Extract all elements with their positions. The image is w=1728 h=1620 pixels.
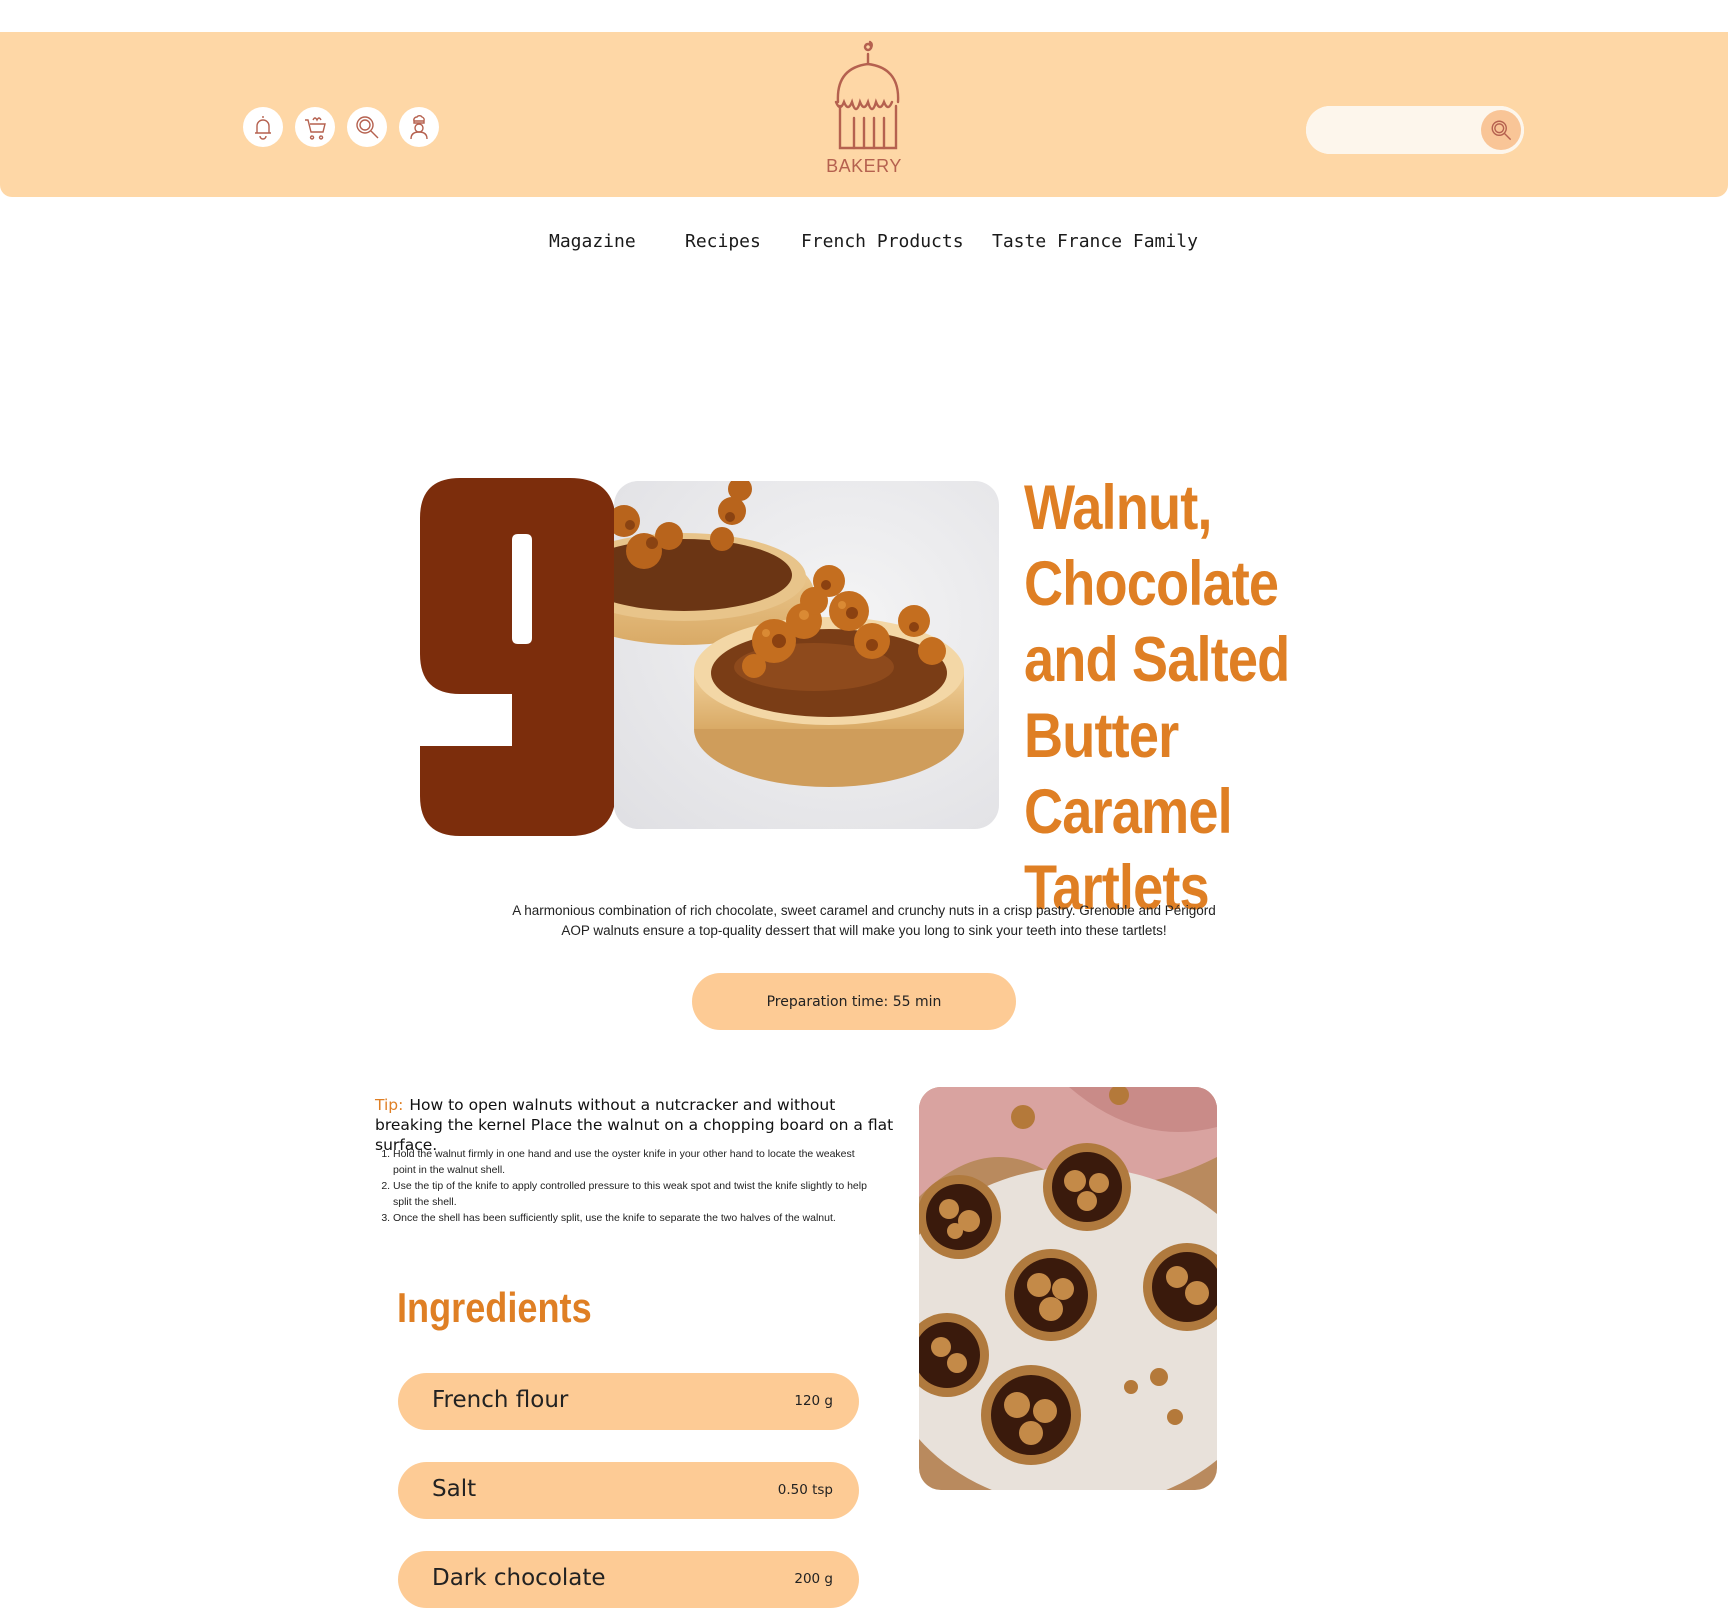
ingredient-quantity: 120 g — [794, 1393, 833, 1409]
tip-step: Once the shell has been sufficiently spl… — [393, 1210, 873, 1226]
nav-item-magazine[interactable]: Magazine — [549, 231, 636, 252]
recipe-title: Walnut, Chocolate and Salted Butter Cara… — [1024, 473, 1290, 923]
bakery-logo[interactable]: BAKERY — [808, 40, 920, 190]
logo-text: BAKERY — [826, 156, 902, 176]
cart-icon[interactable] — [295, 107, 335, 147]
ingredients-heading: Ingredients — [397, 1284, 592, 1331]
recipe-description: A harmonious combination of rich chocola… — [512, 903, 1216, 938]
tip-label: Tip: — [375, 1096, 404, 1114]
cupcake-logo-icon — [834, 40, 900, 150]
ingredient-name: French flour — [432, 1387, 569, 1413]
ingredient-name: Salt — [432, 1476, 477, 1502]
chef-icon[interactable] — [399, 107, 439, 147]
tip-step: Use the tip of the knife to apply contro… — [393, 1178, 873, 1210]
search-button-icon — [1491, 120, 1512, 141]
tartlet-hero-image — [614, 481, 999, 829]
ingredient-row: Salt 0.50 tsp — [398, 1462, 859, 1519]
search-button[interactable] — [1481, 110, 1521, 150]
main-nav: Magazine Recipes French Products Taste F… — [0, 231, 1728, 257]
header-search — [1306, 106, 1524, 154]
nav-item-recipes[interactable]: Recipes — [685, 231, 761, 252]
prep-time-badge: Preparation time: 55 min — [692, 973, 1016, 1030]
prep-time-text: Preparation time: 55 min — [766, 993, 942, 1010]
search-icon[interactable] — [347, 107, 387, 147]
nav-item-french-products[interactable]: French Products — [801, 231, 964, 252]
nav-item-taste-france-family[interactable]: Taste France Family — [992, 231, 1198, 252]
ingredient-quantity: 0.50 tsp — [777, 1482, 833, 1498]
ingredient-row: Dark chocolate 200 g — [398, 1551, 859, 1608]
bell-icon[interactable] — [243, 107, 283, 147]
ingredient-quantity: 200 g — [794, 1571, 833, 1587]
recipe-number: 9 — [420, 478, 616, 836]
tip-step: Hold the walnut firmly in one hand and u… — [393, 1146, 873, 1178]
ingredient-row: French flour 120 g — [398, 1373, 859, 1430]
tip-steps-list: Hold the walnut firmly in one hand and u… — [375, 1146, 873, 1226]
ingredient-name: Dark chocolate — [432, 1565, 606, 1591]
tartlets-tray-image — [919, 1087, 1217, 1490]
site-header: BAKERY — [0, 32, 1728, 197]
